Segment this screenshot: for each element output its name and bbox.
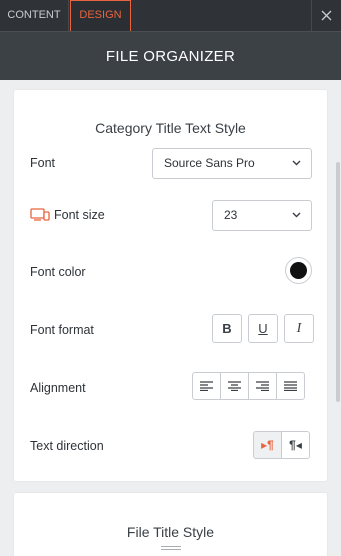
underline-button[interactable]: U: [248, 314, 278, 343]
alignment-group: [192, 372, 305, 400]
italic-button[interactable]: I: [284, 314, 314, 343]
align-justify-button[interactable]: [276, 372, 305, 400]
scrollbar-thumb[interactable]: [336, 162, 340, 402]
close-button[interactable]: [311, 0, 341, 31]
font-size-select[interactable]: 23: [212, 200, 312, 231]
ltr-paragraph-icon: ▸¶: [261, 438, 274, 452]
align-center-icon: [228, 381, 241, 391]
desktop-mobile-icon[interactable]: [30, 208, 50, 221]
section-title: File Title Style: [126, 524, 215, 540]
color-swatch-dot: [290, 262, 307, 279]
page-title: FILE ORGANIZER: [105, 48, 236, 65]
panel-header: FILE ORGANIZER: [0, 31, 341, 80]
font-label: Font: [30, 156, 56, 170]
align-left-icon: [200, 381, 213, 391]
bold-icon: B: [222, 321, 232, 336]
font-color-picker[interactable]: [285, 257, 312, 284]
close-icon: [321, 10, 332, 21]
font-select[interactable]: Source Sans Pro: [152, 148, 312, 179]
section-title: Category Title Text Style: [95, 120, 246, 136]
ltr-button[interactable]: ▸¶: [253, 431, 282, 459]
font-select-value: Source Sans Pro: [164, 156, 255, 170]
tab-content[interactable]: CONTENT: [0, 0, 69, 31]
category-title-style-card: Category Title Text Style Font Source Sa…: [14, 90, 327, 481]
chevron-down-icon: [292, 160, 301, 166]
rtl-paragraph-icon: ¶◂: [289, 438, 302, 452]
align-center-button[interactable]: [220, 372, 249, 400]
font-size-value: 23: [224, 208, 238, 222]
font-format-group: B U I: [212, 314, 314, 343]
text-direction-group: ▸¶ ¶◂: [253, 431, 310, 459]
align-justify-icon: [284, 381, 297, 391]
italic-icon: I: [296, 320, 302, 336]
tab-bar: CONTENT DESIGN: [0, 0, 341, 31]
alignment-label: Alignment: [30, 381, 86, 395]
font-color-label: Font color: [30, 265, 86, 279]
tab-design[interactable]: DESIGN: [70, 0, 131, 31]
align-right-icon: [256, 381, 269, 391]
align-right-button[interactable]: [248, 372, 277, 400]
text-direction-label: Text direction: [30, 439, 104, 453]
chevron-down-icon: [292, 212, 301, 218]
underline-icon: U: [258, 321, 268, 336]
settings-scroll-area[interactable]: Category Title Text Style Font Source Sa…: [0, 80, 341, 556]
rtl-button[interactable]: ¶◂: [281, 431, 310, 459]
font-format-label: Font format: [30, 323, 94, 337]
font-size-label: Font size: [54, 208, 105, 222]
bold-button[interactable]: B: [212, 314, 242, 343]
align-left-button[interactable]: [192, 372, 221, 400]
resize-grip-icon[interactable]: [161, 546, 181, 552]
